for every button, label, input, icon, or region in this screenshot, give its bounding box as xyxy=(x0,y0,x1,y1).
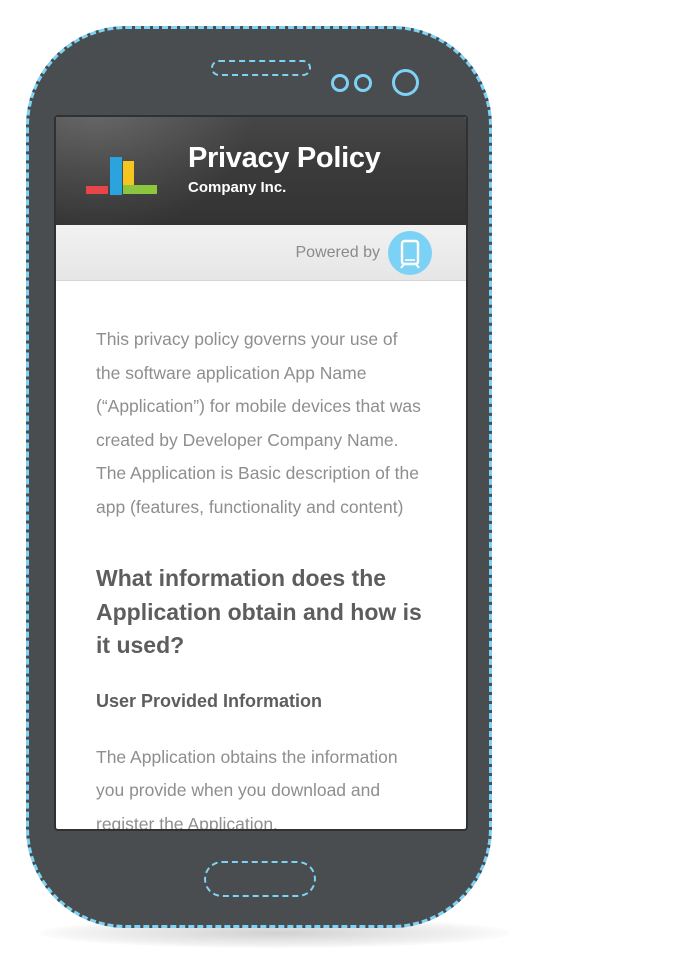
header-text: Privacy Policy Company Inc. xyxy=(188,141,381,199)
intro-paragraph: This privacy policy governs your use of … xyxy=(96,329,421,517)
sub-heading: User Provided Information xyxy=(96,690,323,711)
company-name: Company Inc. xyxy=(188,179,287,196)
powered-by-label: Powered by xyxy=(295,244,381,261)
proximity-sensor xyxy=(331,74,349,92)
powered-by-bar: Powered by xyxy=(56,225,466,281)
stage: Privacy Policy Company Inc. Powered by T… xyxy=(0,0,698,958)
phone-badge-icon[interactable] xyxy=(388,231,432,275)
bar-chart-logo-icon xyxy=(86,151,158,201)
body-paragraph: The Application obtains the information … xyxy=(96,746,398,831)
front-camera xyxy=(392,69,419,96)
page-title: Privacy Policy xyxy=(188,142,381,174)
home-button[interactable] xyxy=(204,861,316,897)
light-sensor xyxy=(354,74,372,92)
earpiece-speaker xyxy=(211,60,311,76)
policy-content: This privacy policy governs your use of … xyxy=(56,281,466,831)
phone-screen: Privacy Policy Company Inc. Powered by T… xyxy=(54,115,468,831)
phone-device: Privacy Policy Company Inc. Powered by T… xyxy=(26,26,492,928)
section-heading: What information does the Application ob… xyxy=(96,565,422,658)
app-header: Privacy Policy Company Inc. xyxy=(56,117,466,225)
